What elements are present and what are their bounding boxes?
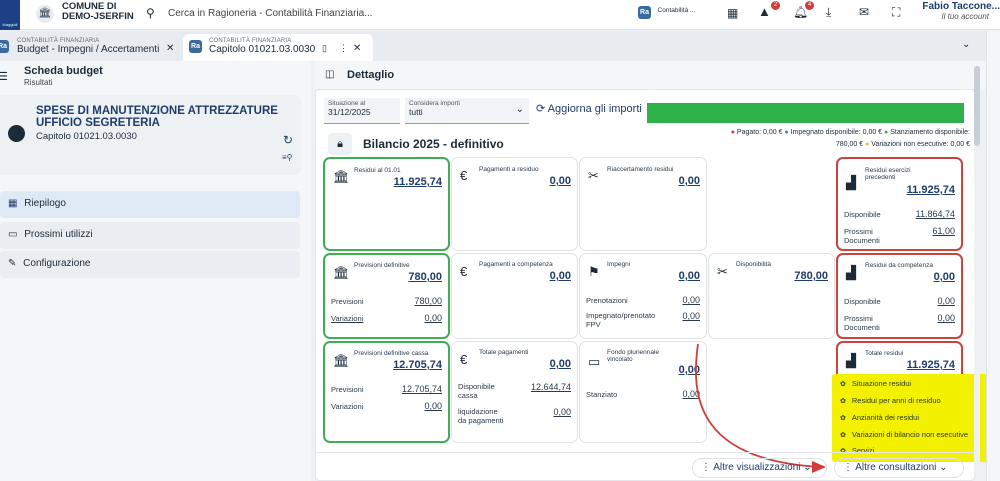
left-panel: ☰ Scheda budget Risultati SPESE DI MANUT… <box>0 61 311 481</box>
euro-icon: € <box>460 168 468 183</box>
tab-budget[interactable]: Ra CONTABILITÀ FINANZIARIA Budget - Impe… <box>0 34 183 61</box>
ra-icon: Ra <box>638 6 651 19</box>
altre-visualizzazioni-button[interactable]: ⋮ Altre visualizzazioni ⌄ <box>692 458 827 478</box>
building-icon: ▟ <box>846 353 856 368</box>
search-list-icon[interactable]: ≡⚲ <box>282 153 293 162</box>
tile-disponibilita[interactable]: ✂ Disponibilità 780,00 <box>708 253 835 339</box>
tile-impegni[interactable]: ⚑ Impegni 0,00 Prenotazioni 0,00 Impegna… <box>579 253 707 339</box>
right-edge-panel <box>986 31 1000 481</box>
card-icon: ▭ <box>588 354 601 369</box>
tab-capitolo[interactable]: Ra CONTABILITÀ FINANZIARIA Capitolo 0102… <box>183 34 373 61</box>
bank-icon: 🏛︎ <box>333 265 350 280</box>
detail-title: Dettaglio <box>347 69 395 81</box>
euro-icon: € <box>460 352 468 367</box>
pie-chart-icon <box>8 125 25 142</box>
mail-icon[interactable]: ✉ <box>859 5 869 19</box>
bookmark-icon[interactable]: ▯ <box>322 43 327 54</box>
euro-icon: € <box>460 264 468 279</box>
tabs-bar: Ra CONTABILITÀ FINANZIARIA Budget - Impe… <box>0 31 1000 61</box>
altre-consultazioni-menu: Situazione residui Residui per anni di r… <box>832 374 989 462</box>
sidebar-item-configurazione[interactable]: ✎ Configurazione <box>0 251 300 278</box>
building-icon: ▟ <box>846 175 856 190</box>
altre-consultazioni-button[interactable]: ⋮ Altre consultazioni ⌄ <box>834 458 964 478</box>
chapter-card: SPESE DI MANUTENZIONE ATTREZZATURE UFFIC… <box>0 95 301 175</box>
calendar-icon: ▭ <box>8 229 18 240</box>
tile-fondo-pluriennale[interactable]: ▭ Fondo pluriennale vincolato 0,00 Stanz… <box>579 341 707 443</box>
notification-badge: 4 <box>805 1 814 10</box>
download-icon[interactable]: ⤓ <box>826 5 831 20</box>
menu-item-servizi[interactable]: Servizi <box>840 446 875 455</box>
tile-pagamenti-competenza[interactable]: € Pagamenti a competenza 0,00 <box>451 253 578 339</box>
situation-field[interactable]: Situazione al 31/12/2025 <box>324 98 400 124</box>
chevron-down-icon: ⌄ <box>515 104 524 115</box>
bank-icon: 🏛︎ <box>333 169 350 184</box>
page-subtitle: Risultati <box>24 78 53 87</box>
scissors-icon: ✂ <box>717 264 728 279</box>
tile-totale-pagamenti[interactable]: € Totale pagamenti 0,00 Disponibile cass… <box>451 341 578 443</box>
apps-grid-icon[interactable]: ▦ <box>727 6 738 20</box>
tile-residui[interactable]: 🏛︎ Residui al 01.01 11.925,74 <box>323 157 450 251</box>
annotation-arrow <box>695 343 826 473</box>
more-vert-icon: ⋮ <box>701 462 711 473</box>
close-icon[interactable]: ✕ <box>166 43 174 54</box>
chapter-code: Capitolo 01021.03.0030 <box>36 131 137 142</box>
chevron-down-icon: ⌄ <box>939 462 948 473</box>
chapter-title: SPESE DI MANUTENZIONE ATTREZZATURE UFFIC… <box>36 105 278 129</box>
chevron-down-icon[interactable]: ⌄ <box>962 39 970 50</box>
refresh-icon: ⟳ <box>536 103 546 115</box>
building-icon: ▟ <box>846 265 856 280</box>
panel-icon[interactable]: ◫ <box>325 69 334 80</box>
tile-residui-competenza[interactable]: ▟ Residui da competenza 0,00 Disponibile… <box>836 253 963 339</box>
sidebar-item-prossimi-utilizzi[interactable]: ▭ Prossimi utilizzi <box>0 222 300 249</box>
menu-list-icon[interactable]: ☰ <box>0 70 8 83</box>
page-title: Scheda budget <box>24 65 103 77</box>
close-icon[interactable]: ✕ <box>353 43 361 54</box>
menu-item-anzianita[interactable]: Anzianità dei residui <box>840 413 919 422</box>
pin-icon: ⚑ <box>588 264 600 279</box>
pencil-icon: ✎ <box>8 258 17 269</box>
top-bar: Maggioli 🏛 COMUNE DI DEMO-JSERFIN ⚲ Cerc… <box>0 0 1000 30</box>
bank-icon: 🏛︎ <box>333 353 350 368</box>
budget-title: Bilancio 2025 - definitivo <box>363 137 504 151</box>
legend: ● Pagato: 0,00 € ● Impegnato disponibile… <box>730 129 970 148</box>
lock-icon[interactable]: 🔒︎ <box>328 133 352 155</box>
scissors-icon: ✂ <box>588 168 599 183</box>
user-menu[interactable]: Fabio Taccone... Il tuo account <box>922 1 1000 21</box>
tile-previsioni-definitive[interactable]: 🏛︎ Previsioni definitive 780,00 Previsio… <box>323 253 450 339</box>
tile-riaccertamento[interactable]: ✂ Riaccertamento residui 0,00 <box>579 157 707 251</box>
detail-header-bar: ◫ Dettaglio <box>315 61 985 89</box>
dashboard-icon: ▦ <box>8 198 18 209</box>
status-bar <box>647 103 964 123</box>
refresh-amounts-button[interactable]: ⟳ Aggiorna gli importi <box>536 102 642 115</box>
more-icon[interactable]: ⋮ <box>339 43 348 54</box>
footer-divider <box>316 452 974 453</box>
alert-badge: 2 <box>771 1 780 10</box>
menu-item-variazioni[interactable]: Variazioni di bilancio non esecutive <box>840 430 968 439</box>
refresh-icon[interactable]: ↻ <box>283 133 293 147</box>
scrollbar[interactable] <box>974 66 980 476</box>
org-icon: 🏛 <box>36 5 54 23</box>
alert-icon[interactable]: ▲ <box>758 4 771 19</box>
tile-residui-precedenti[interactable]: ▟ Residui esercizi precedenti 11.925,74 … <box>836 157 963 251</box>
app-logo[interactable]: Maggioli <box>0 0 20 30</box>
tile-pagamenti-residuo[interactable]: € Pagamenti a residuo 0,00 <box>451 157 578 251</box>
ra-icon: Ra <box>189 40 202 53</box>
sidebar-item-riepilogo[interactable]: ▦ Riepilogo <box>0 191 300 218</box>
ra-icon: Ra <box>0 40 9 53</box>
more-vert-icon: ⋮ <box>843 462 853 473</box>
consider-select[interactable]: Considera importi tutti ⌄ <box>405 98 529 124</box>
tile-previsioni-cassa[interactable]: 🏛︎ Previsioni definitive cassa 12.705,74… <box>323 341 450 443</box>
chevron-down-icon: ⌄ <box>803 462 812 473</box>
module-selector[interactable]: Ra Contabilità ... <box>638 6 695 19</box>
menu-item-residui-anni[interactable]: Residui per anni di residuo <box>840 396 941 405</box>
search-icon[interactable]: ⚲ <box>146 6 155 20</box>
fullscreen-icon[interactable]: ⛶ <box>892 5 900 20</box>
search-input[interactable]: Cerca in Ragioneria - Contabilità Finanz… <box>168 8 373 19</box>
menu-item-situazione-residui[interactable]: Situazione residui <box>840 379 911 388</box>
org-name: COMUNE DI DEMO-JSERFIN <box>62 1 134 22</box>
